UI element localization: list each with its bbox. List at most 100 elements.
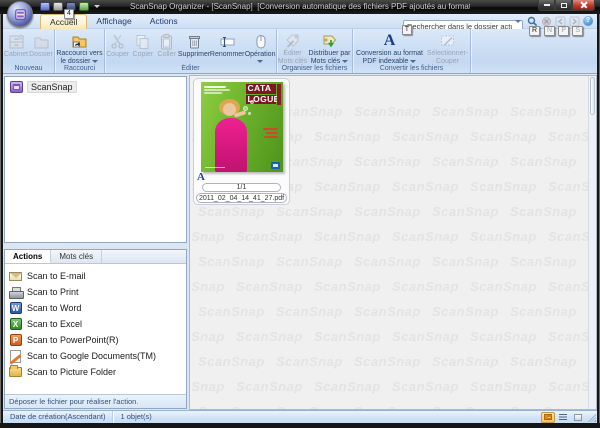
help-button[interactable]: ? [583, 16, 593, 26]
delete-icon [186, 33, 203, 50]
ribbon-group-organiser: Éditer Mots clés Distribuer par Mots clé… [277, 29, 353, 73]
supprimer-button[interactable]: Supprimer [178, 30, 210, 64]
resize-grip[interactable] [587, 413, 596, 422]
publisher-logo-icon [271, 162, 280, 169]
cancel-search-button[interactable] [541, 16, 552, 27]
scan-icon[interactable] [40, 2, 50, 11]
tab-actions-panel[interactable]: Actions [5, 250, 51, 263]
cabinet-folder-icon [10, 81, 23, 93]
google-docs-icon [10, 350, 21, 363]
tab-actions[interactable]: Actions [141, 14, 187, 29]
conversion-pdf-button[interactable]: A Conversion au format PDF indexable [354, 30, 426, 64]
thumbnail-view-button[interactable] [541, 412, 555, 423]
list-item-scan-to-google-documents[interactable]: Scan to Google Documents(TM) [9, 348, 186, 364]
page-counter[interactable]: 1/1 [202, 183, 281, 192]
tab-mots-cles[interactable]: Mots clés [51, 250, 102, 263]
dropdown-arrow-icon [410, 60, 416, 63]
ribbon: Cabinet Dossier Nouveau [3, 29, 597, 74]
couper-button[interactable]: Couper [105, 30, 130, 64]
operation-button[interactable]: Opération [244, 30, 276, 64]
list-item-scan-to-word[interactable]: W Scan to Word [9, 300, 186, 316]
search-icon [527, 16, 538, 27]
distribute-keywords-icon [321, 32, 338, 49]
vertical-scrollbar[interactable] [588, 76, 596, 409]
qat-customize-icon[interactable] [94, 5, 100, 8]
search-button[interactable] [527, 16, 538, 27]
next-result-button[interactable] [569, 16, 580, 27]
keytip-4: 4 [64, 9, 74, 19]
cabinet-button[interactable]: Cabinet [4, 30, 29, 64]
convert-pdf-icon: A [384, 32, 396, 49]
close-button[interactable] [572, 0, 595, 11]
scansnap-logo-icon [13, 7, 28, 22]
list-item-scan-to-email[interactable]: Scan to E-mail [9, 268, 186, 284]
coller-button[interactable]: Coller [155, 30, 177, 64]
close-icon [580, 1, 588, 9]
actions-list: Scan to E-mail Scan to Print W Scan to W… [5, 264, 186, 394]
list-view-icon [559, 414, 567, 420]
print-icon[interactable] [53, 2, 63, 11]
online-update-icon[interactable] [79, 2, 89, 11]
list-item-scan-to-powerpoint[interactable]: P Scan to PowerPoint(R) [9, 332, 186, 348]
app-orb-button[interactable] [7, 1, 33, 27]
file-name-label[interactable]: 2011_02_04_14_41_27.pdf [196, 193, 287, 203]
powerpoint-icon: P [10, 334, 22, 346]
mouse-icon [252, 33, 269, 50]
excel-icon: X [10, 318, 22, 330]
previous-result-button[interactable] [555, 16, 566, 27]
paste-icon [158, 33, 175, 50]
list-item-scan-to-excel[interactable]: X Scan to Excel [9, 316, 186, 332]
word-icon: W [10, 302, 22, 314]
content-area: ScanSnap Actions Mots clés Scan to E-mai… [3, 74, 597, 410]
keytip-p: P [558, 26, 569, 36]
search-scope-dropdown-icon[interactable] [515, 20, 521, 23]
tree-item-scansnap[interactable]: ScanSnap [10, 81, 186, 93]
thumbnail-view-icon [544, 414, 552, 420]
preview-view-icon [574, 414, 582, 421]
window-frame-bottom [0, 423, 600, 428]
list-item-scan-to-print[interactable]: Scan to Print [9, 284, 186, 300]
left-column: ScanSnap Actions Mots clés Scan to E-mai… [4, 76, 187, 409]
list-view-button[interactable] [556, 412, 570, 423]
cabinet-icon [8, 33, 25, 50]
window-controls [538, 0, 595, 11]
edit-keywords-icon [284, 32, 301, 49]
group-label-nouveau: Nouveau [3, 64, 54, 73]
raccourci-dossier-button[interactable]: Raccourci vers le dossier [56, 30, 104, 64]
rename-icon [219, 33, 236, 50]
file-card[interactable]: CATA LOGUE A [193, 78, 290, 205]
ribbon-group-nouveau: Cabinet Dossier Nouveau [3, 29, 55, 73]
email-icon [9, 272, 22, 281]
window-title: ScanSnap Organizer - [ScanSnap] [Convers… [130, 2, 470, 11]
maximize-button[interactable] [555, 0, 572, 11]
dropdown-arrow-icon [257, 60, 263, 63]
group-label-editer: Éditer [105, 64, 276, 73]
folder-shortcut-icon [71, 32, 88, 49]
new-folder-icon [33, 33, 50, 50]
tab-affichage[interactable]: Affichage [87, 14, 140, 29]
copier-button[interactable]: Copier [130, 30, 155, 64]
list-item-scan-to-picture-folder[interactable]: Scan to Picture Folder [9, 364, 186, 380]
scrollbar-thumb[interactable] [590, 77, 595, 115]
preview-view-button[interactable] [571, 412, 585, 423]
searchable-pdf-marker: A [197, 172, 205, 183]
actions-panel-tabs: Actions Mots clés [5, 250, 186, 264]
distribuer-mots-cles-button[interactable]: Distribuer par Mots clés [308, 30, 352, 64]
ribbon-group-editer: Couper Copier Coller [105, 29, 277, 73]
renommer-button[interactable]: Renommer [210, 30, 244, 64]
copy-icon [134, 33, 151, 50]
drop-hint-text: Déposer le fichier pour réaliser l'actio… [5, 394, 186, 408]
group-label-raccourci: Raccourci [55, 64, 104, 73]
selectionner-couper-button[interactable]: Sélectionner-Couper [426, 30, 470, 64]
select-cut-icon [439, 32, 456, 49]
keytip-s: S [572, 26, 583, 36]
dropdown-arrow-icon [92, 60, 98, 63]
editer-mots-cles-button[interactable]: Éditer Mots clés [278, 30, 308, 64]
picture-folder-icon [9, 367, 22, 377]
minimize-button[interactable] [538, 0, 555, 11]
cancel-search-icon [541, 16, 552, 27]
sort-order-status: Date de création(Ascendant) [3, 411, 113, 423]
status-bar: Date de création(Ascendant) 1 objet(s) [3, 410, 597, 423]
dossier-button[interactable]: Dossier [29, 30, 54, 64]
ribbon-group-raccourci: Raccourci vers le dossier Raccourci [55, 29, 105, 73]
